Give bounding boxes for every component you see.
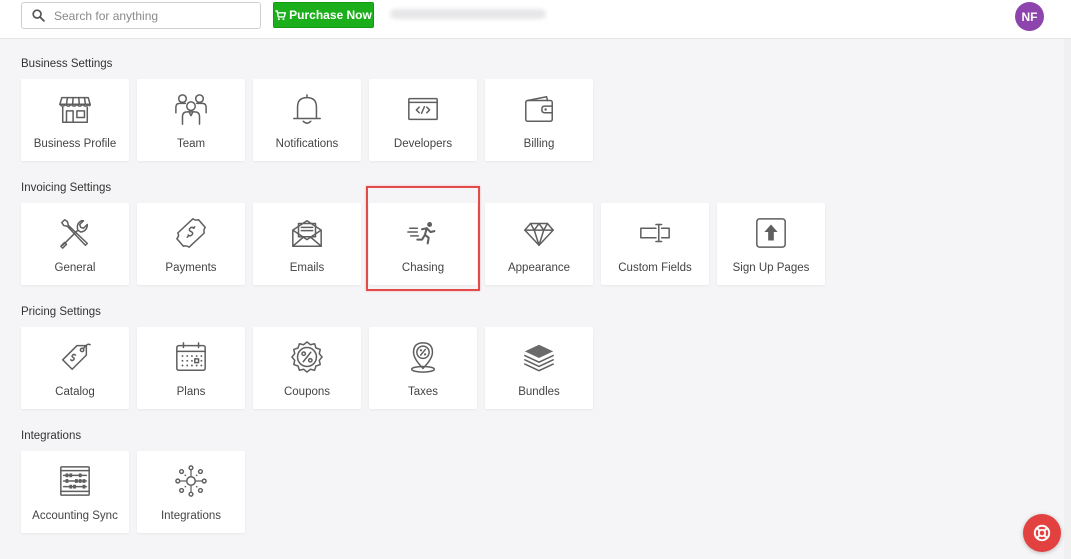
tile-integrations[interactable]: Integrations — [137, 451, 245, 533]
envelope-icon — [292, 219, 322, 247]
code-window-icon — [408, 97, 438, 121]
lifebuoy-icon — [1033, 524, 1051, 542]
section-title-integrations: Integrations — [21, 430, 82, 442]
purchase-now-label: Purchase Now — [289, 8, 372, 22]
scrollbar[interactable] — [1064, 39, 1071, 559]
avatar-initials: NF — [1021, 9, 1038, 24]
upload-arrow-icon — [756, 218, 786, 248]
tile-sign-up-pages[interactable]: Sign Up Pages — [717, 203, 825, 285]
percent-pin-icon — [410, 342, 436, 373]
tools-icon — [60, 219, 89, 249]
tile-label: Chasing — [401, 262, 445, 274]
tile-label: Plans — [176, 386, 206, 398]
money-icon — [176, 218, 206, 248]
top-bar: Purchase Now NF — [0, 0, 1071, 39]
wallet-icon — [525, 95, 553, 123]
tile-label: Developers — [393, 138, 453, 150]
section-title-business-settings: Business Settings — [21, 58, 113, 70]
tile-label: Notifications — [275, 138, 339, 150]
network-icon — [175, 465, 207, 497]
tile-label: Coupons — [283, 386, 331, 398]
tile-label: Payments — [165, 262, 217, 274]
tile-appearance[interactable]: Appearance — [485, 203, 593, 285]
search-box[interactable] — [21, 2, 261, 29]
search-icon — [32, 9, 45, 22]
diamond-icon — [524, 222, 554, 247]
tile-label: Business Profile — [33, 138, 117, 150]
tile-taxes[interactable]: Taxes — [369, 327, 477, 409]
tile-billing[interactable]: Billing — [485, 79, 593, 161]
tile-label: Catalog — [55, 386, 95, 398]
tile-emails[interactable]: Emails — [253, 203, 361, 285]
user-avatar[interactable]: NF — [1015, 2, 1044, 31]
tile-accounting-sync[interactable]: Accounting Sync — [21, 451, 129, 533]
tile-developers[interactable]: Developers — [369, 79, 477, 161]
help-button[interactable] — [1023, 514, 1061, 552]
tile-team[interactable]: Team — [137, 79, 245, 161]
tile-label: Bundles — [518, 386, 560, 398]
tile-label: Taxes — [407, 386, 439, 398]
tile-payments[interactable]: Payments — [137, 203, 245, 285]
tile-label: Accounting Sync — [32, 510, 118, 522]
section-title-invoicing-settings: Invoicing Settings — [21, 182, 112, 194]
tile-plans[interactable]: Plans — [137, 327, 245, 409]
tile-notifications[interactable]: Notifications — [253, 79, 361, 161]
abacus-icon — [60, 466, 90, 496]
tile-custom-fields[interactable]: Custom Fields — [601, 203, 709, 285]
cart-icon — [275, 9, 287, 20]
calendar-icon — [176, 342, 206, 371]
section-title-pricing-settings: Pricing Settings — [21, 306, 101, 318]
layers-icon — [524, 344, 554, 372]
tile-label: Appearance — [507, 262, 571, 274]
tile-label: Team — [176, 138, 206, 150]
text-field-icon — [640, 223, 670, 243]
price-tag-icon — [61, 343, 91, 371]
tile-catalog[interactable]: Catalog — [21, 327, 129, 409]
redacted-text — [390, 9, 546, 19]
tile-coupons[interactable]: Coupons — [253, 327, 361, 409]
tile-label: Integrations — [160, 510, 222, 522]
discount-badge-icon — [291, 341, 323, 373]
tile-label: General — [54, 262, 96, 274]
tile-label: Emails — [289, 262, 325, 274]
tile-general[interactable]: General — [21, 203, 129, 285]
running-person-icon — [407, 222, 436, 245]
tile-label: Billing — [523, 138, 555, 150]
tile-label: Sign Up Pages — [732, 262, 810, 274]
tile-business-profile[interactable]: Business Profile — [21, 79, 129, 161]
search-input[interactable] — [54, 8, 244, 23]
tile-chasing[interactable]: Chasing — [369, 203, 477, 285]
purchase-now-button[interactable]: Purchase Now — [273, 2, 374, 28]
bell-icon — [293, 94, 321, 124]
tile-label: Custom Fields — [618, 262, 692, 274]
tile-bundles[interactable]: Bundles — [485, 327, 593, 409]
storefront-icon — [59, 96, 91, 123]
team-icon — [175, 94, 207, 125]
